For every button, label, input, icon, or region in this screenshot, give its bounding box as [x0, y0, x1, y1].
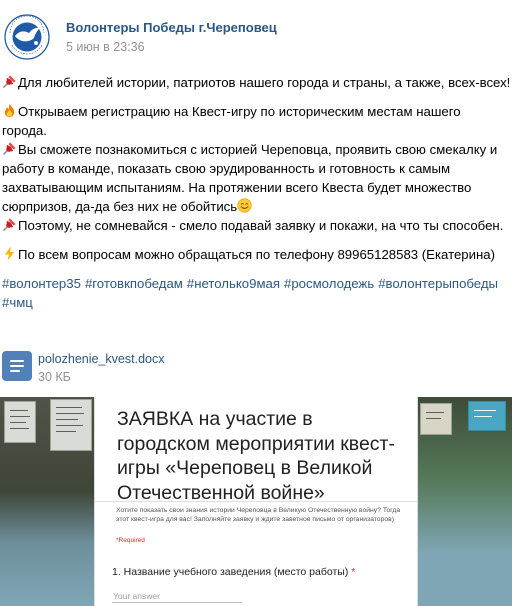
paragraph-description: Вы сможете познакомиться с историей Чере…: [2, 140, 510, 216]
answer-underline: [112, 602, 242, 603]
wall-post: Волонтеры Победы г.Череповец 5 июн в 23:…: [0, 0, 512, 606]
form-intro: Хотите показать свои знания истории Чере…: [116, 507, 401, 523]
required-note: *Required: [116, 537, 145, 544]
photo-background-left: [0, 397, 94, 606]
community-avatar[interactable]: [3, 13, 51, 61]
text-line: Открываем регистрацию на Квест-игру по и…: [2, 102, 510, 121]
text-line: Поэтому, не сомневайся - смело подавай з…: [2, 216, 510, 235]
form-title: ЗАЯВКА на участие в городском мероприяти…: [117, 408, 395, 504]
document-name-link[interactable]: polozhenie_kvest.docx: [38, 352, 164, 366]
sign-shape: [468, 401, 506, 431]
text-fragment: Вы сможете познакомиться с историей Чере…: [18, 142, 498, 157]
hashtags: #волонтер35 #готовкпобедам #нетолько9мая #р…: [2, 274, 510, 312]
hashtag-line: #чмц: [2, 293, 510, 312]
text-fragment: Поэтому, не сомневайся - смело подавай з…: [18, 218, 504, 233]
hashtag-link[interactable]: #готовкпобедам: [85, 276, 183, 291]
smile-icon: [237, 198, 252, 213]
text-line: захватывающим испытаниям. На протяжении …: [2, 180, 472, 195]
hashtag-link[interactable]: #чмц: [2, 295, 33, 310]
pushpin-icon: [2, 74, 17, 89]
document-size: 30 КБ: [38, 370, 71, 384]
volunteers-logo-icon: [3, 13, 51, 61]
hashtag-link[interactable]: #нетолько9мая: [187, 276, 280, 291]
answer-placeholder: Your answer: [113, 591, 160, 601]
author-name-link[interactable]: Волонтеры Победы г.Череповец: [66, 20, 277, 35]
required-star: *: [351, 566, 356, 578]
sign-shape: [420, 403, 452, 435]
text-fragment: сюрпризов, да-да без них не обойтись: [2, 199, 238, 214]
text-line: города.: [2, 123, 47, 138]
text-line: сюрпризов, да-да без них не обойтись: [2, 197, 510, 216]
form-question: 1. Название учебного заведения (место ра…: [112, 566, 355, 578]
attached-photo[interactable]: ЗАЯВКА на участие в городском мероприяти…: [0, 397, 512, 606]
paragraph-contacts: По всем вопросам можно обращаться по тел…: [2, 245, 510, 264]
text-line: Для любителей истории, патриотов нашего …: [2, 73, 510, 92]
pushpin-icon: [2, 217, 17, 232]
pushpin-icon: [2, 141, 17, 156]
fire-icon: [2, 103, 17, 118]
divider: [95, 501, 417, 502]
hashtag-link[interactable]: #волонтерыпобеды: [378, 276, 498, 291]
post-date-link[interactable]: 5 июн в 23:36: [66, 40, 145, 54]
text-fragment: По всем вопросам можно обращаться по тел…: [18, 247, 496, 262]
paragraph-audience: Для любителей истории, патриотов нашего …: [2, 73, 510, 92]
paragraph-call-to-action: Поэтому, не сомневайся - смело подавай з…: [2, 216, 510, 235]
hashtag-link[interactable]: #росмолодежь: [284, 276, 374, 291]
question-text: 1. Название учебного заведения (место ра…: [112, 566, 349, 578]
sign-shape: [50, 399, 92, 451]
sign-shape: [4, 401, 36, 443]
text-line: Вы сможете познакомиться с историей Чере…: [2, 140, 510, 159]
text-line: работу в команде, показать свою эрудиров…: [2, 161, 451, 176]
registration-form-card: ЗАЯВКА на участие в городском мероприяти…: [94, 397, 418, 606]
hashtag-link[interactable]: #волонтер35: [2, 276, 81, 291]
document-icon[interactable]: [2, 351, 32, 381]
hashtag-line: #волонтер35 #готовкпобедам #нетолько9мая #р…: [2, 274, 510, 293]
text-line: По всем вопросам можно обращаться по тел…: [2, 245, 510, 264]
text-fragment: Для любителей истории, патриотов нашего …: [18, 75, 511, 90]
text-fragment: Открываем регистрацию на Квест-игру по и…: [18, 104, 461, 119]
post-text: Для любителей истории, патриотов нашего …: [2, 73, 510, 312]
paragraph-registration: Открываем регистрацию на Квест-игру по и…: [2, 102, 510, 140]
lightning-icon: [2, 246, 17, 261]
